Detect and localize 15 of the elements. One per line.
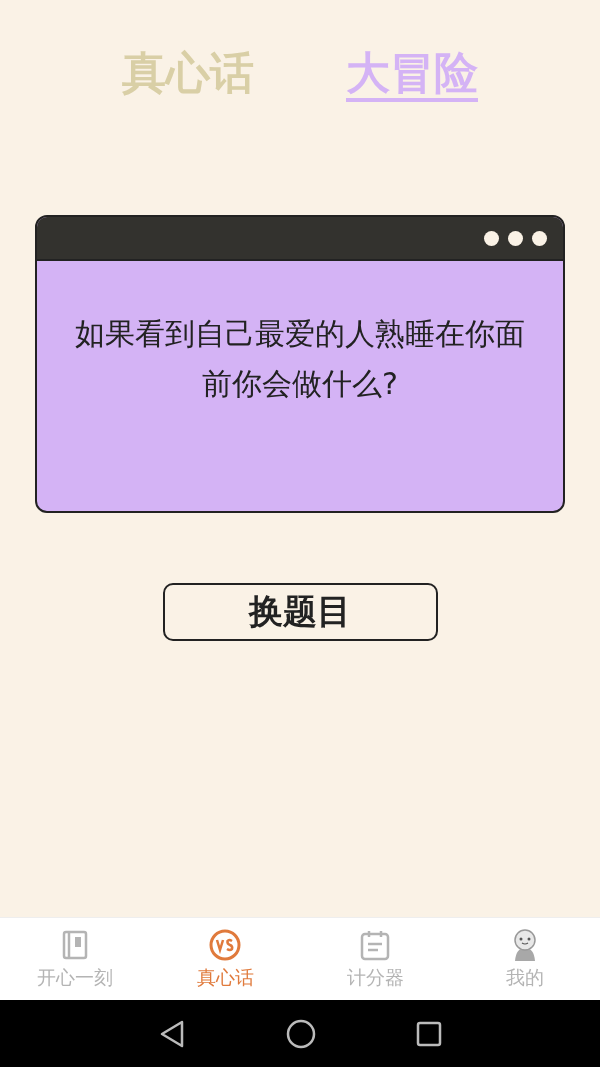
- question-text: 如果看到自己最爱的人熟睡在你面前你会做什么?: [74, 315, 526, 404]
- nav-item[interactable]: 我的: [450, 918, 600, 1000]
- dot-icon: [508, 230, 523, 246]
- vs-icon: [208, 927, 242, 962]
- home-icon[interactable]: [286, 1018, 316, 1049]
- nav-item[interactable]: 计分器: [300, 918, 450, 1000]
- mode-tab[interactable]: 真心话: [122, 50, 254, 103]
- dot-icon: [532, 230, 547, 246]
- dot-icon: [484, 230, 499, 246]
- back-icon[interactable]: [158, 1018, 186, 1049]
- nav-item[interactable]: 真心话: [150, 918, 300, 1000]
- mode-tab[interactable]: 大冒险: [346, 50, 478, 103]
- nav-item[interactable]: 开心一刻: [0, 918, 150, 1000]
- recents-icon[interactable]: [416, 1020, 442, 1047]
- change-question-button[interactable]: 换题目: [162, 583, 438, 642]
